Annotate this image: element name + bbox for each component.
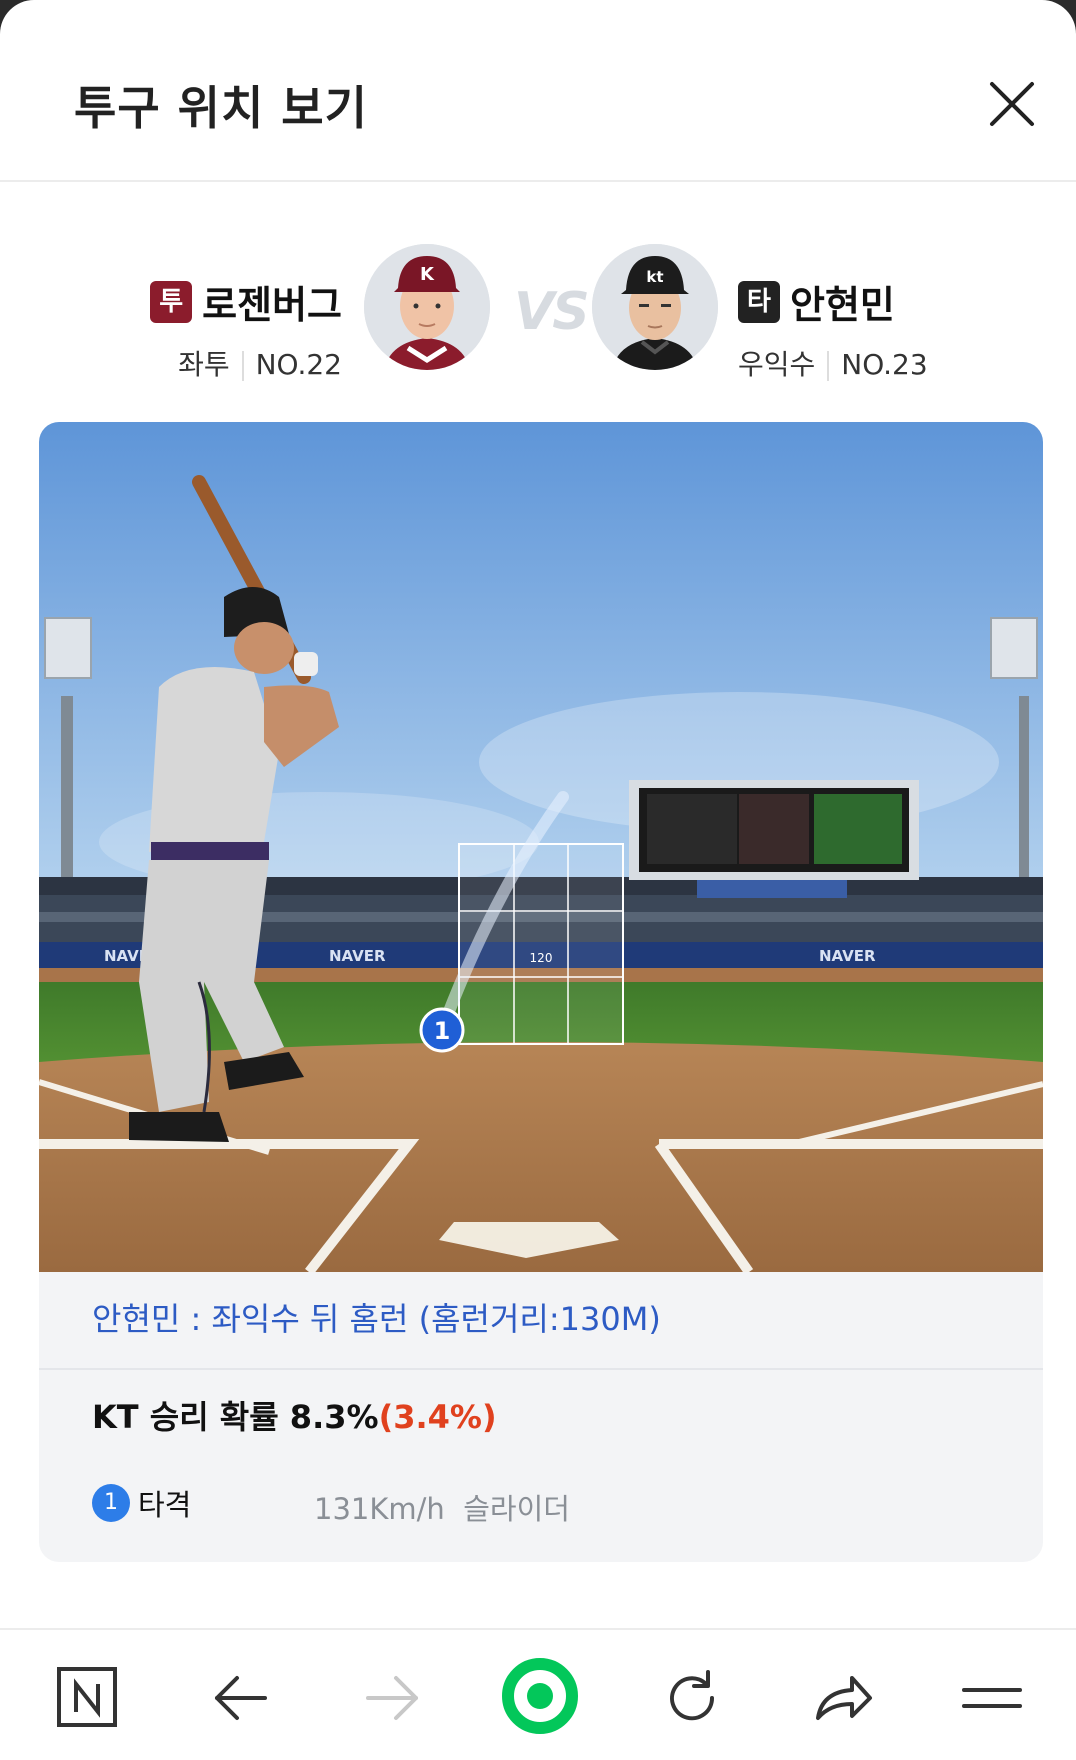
win-probability-delta: (3.4%): [378, 1398, 497, 1436]
win-probability: KT 승리 확률 8.3%(3.4%): [92, 1392, 497, 1438]
card-divider: [39, 1368, 1043, 1370]
win-probability-label: KT 승리 확률 8.3%: [92, 1398, 379, 1436]
sheet-header: 투구 위치 보기: [0, 0, 1076, 182]
svg-text:K: K: [420, 264, 435, 285]
batter-name[interactable]: 안현민: [790, 283, 895, 327]
svg-text:kt: kt: [646, 268, 663, 286]
batter-badge: 타: [738, 280, 780, 323]
divider: [241, 351, 244, 381]
pitch-speed: 131Km/h: [314, 1492, 445, 1526]
at-bat-result: 안현민 : 좌익수 뒤 홈런 (홈런거리:130M): [92, 1300, 661, 1338]
naver-home-button[interactable]: [500, 1656, 580, 1736]
pitcher-name[interactable]: 로젠버그: [202, 283, 342, 327]
pitch-type: 슬라이더: [463, 1492, 570, 1526]
batter-number: NO.23: [841, 348, 928, 381]
close-icon: [990, 82, 1034, 126]
naver-n-icon: [57, 1667, 117, 1727]
pitcher-badge: 투: [150, 280, 193, 323]
refresh-button[interactable]: [654, 1660, 730, 1736]
close-button[interactable]: [986, 78, 1038, 130]
batter-info: 타 안현민 우익수 NO.23: [738, 274, 928, 383]
wall-ad-3: NAVER: [819, 947, 876, 965]
batter-box-scene: NAVER NAVER NAVER 120 1: [39, 422, 1043, 1272]
back-arrow-icon: [215, 1676, 267, 1720]
naver-n-button[interactable]: [50, 1660, 126, 1736]
sheet-title: 투구 위치 보기: [74, 81, 368, 135]
share-button[interactable]: [804, 1660, 880, 1736]
pitch-marker[interactable]: 1: [419, 1007, 465, 1053]
pitcher-info: 투 로젠버그 좌투 NO.22: [150, 274, 342, 383]
zone-label: 120: [530, 951, 553, 965]
matchup-section: 투 로젠버그 좌투 NO.22 K VS kt 타 안현민 우익수 NO.23: [0, 230, 1076, 383]
pitch-list-item[interactable]: 1 타격 131Km/h 슬라이더: [92, 1482, 570, 1526]
pitch-number-badge: 1: [92, 1484, 130, 1522]
batter-avatar[interactable]: kt: [592, 244, 718, 370]
svg-text:1: 1: [434, 1017, 451, 1045]
vs-label: VS: [514, 282, 590, 342]
menu-button[interactable]: [954, 1660, 1030, 1736]
pitch-card: NAVER NAVER NAVER 120 1 안현민: 좌익수 뒤 홈런 (…: [39, 422, 1043, 1562]
pitcher-number: NO.22: [255, 348, 342, 381]
pitch-location-sheet: 투구 위치 보기 투 로젠버그 좌투 NO.22 K VS kt 타 안현민 우…: [0, 0, 1076, 1760]
pitch-speed-type: 131Km/h 슬라이더: [314, 1486, 570, 1528]
pitch-result-label: 타격: [138, 1488, 192, 1522]
refresh-icon: [670, 1670, 715, 1721]
back-button[interactable]: [203, 1660, 279, 1736]
naver-home-icon: [502, 1658, 578, 1734]
browser-navbar: [0, 1628, 1076, 1760]
wall-ad-2: NAVER: [329, 947, 386, 965]
menu-icon: [962, 1688, 1022, 1708]
forward-button[interactable]: [354, 1660, 430, 1736]
pitcher-hand: 좌투: [178, 348, 230, 381]
divider: [827, 351, 830, 381]
batter-position: 우익수: [738, 348, 816, 381]
pitcher-avatar[interactable]: K: [364, 244, 490, 370]
forward-arrow-icon: [366, 1676, 418, 1720]
share-icon: [816, 1676, 872, 1720]
